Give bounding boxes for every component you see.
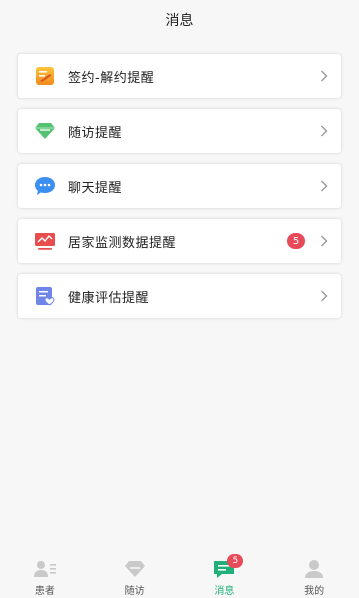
chevron-right-icon — [319, 179, 329, 193]
chevron-right-icon — [319, 234, 329, 248]
chevron-right-icon — [319, 69, 329, 83]
page-title: 消息 — [165, 13, 194, 29]
list-item-label: 随访提醒 — [68, 125, 123, 141]
tab-label: 随访 — [124, 586, 145, 597]
diamond-icon — [34, 120, 56, 142]
health-assessment-icon — [34, 285, 56, 307]
tab-patients[interactable]: 患者 — [15, 558, 75, 597]
chevron-right-icon — [319, 124, 329, 138]
unread-count-badge: 5 — [287, 233, 305, 249]
list-item-label: 健康评估提醒 — [68, 290, 150, 306]
list-item-label: 居家监测数据提醒 — [68, 235, 177, 251]
tab-profile[interactable]: 我的 — [284, 558, 344, 597]
list-item-chat-reminder[interactable]: 聊天提醒 — [18, 164, 341, 208]
list-item-follow-up-reminder[interactable]: 随访提醒 — [18, 109, 341, 153]
patients-icon — [33, 558, 57, 580]
list-item-home-monitoring-reminder[interactable]: 居家监测数据提醒 5 — [18, 219, 341, 263]
monitor-chart-icon — [34, 230, 56, 252]
profile-icon — [302, 558, 326, 580]
chevron-right-icon — [319, 289, 329, 303]
follow-up-icon — [123, 558, 147, 580]
tab-badge: 5 — [227, 554, 244, 568]
page-header: 消息 — [0, 0, 359, 40]
contract-icon — [34, 65, 56, 87]
tab-label: 患者 — [34, 586, 55, 597]
reminder-list: 签约-解约提醒 随访提醒 聊天提醒 居家监测数据提醒 5 健康评估提醒 — [0, 40, 359, 318]
list-item-label: 签约-解约提醒 — [68, 70, 155, 86]
tab-messages[interactable]: 5 消息 — [194, 554, 254, 597]
list-item-label: 聊天提醒 — [68, 180, 123, 196]
chat-bubble-icon — [34, 175, 56, 197]
list-item-contract-reminder[interactable]: 签约-解约提醒 — [18, 54, 341, 98]
tab-follow-up[interactable]: 随访 — [105, 558, 165, 597]
tab-label: 我的 — [304, 586, 325, 597]
bottom-tab-bar: 患者 随访 5 消息 我的 — [0, 550, 359, 598]
list-item-health-assessment-reminder[interactable]: 健康评估提醒 — [18, 274, 341, 318]
tab-label: 消息 — [214, 586, 235, 597]
